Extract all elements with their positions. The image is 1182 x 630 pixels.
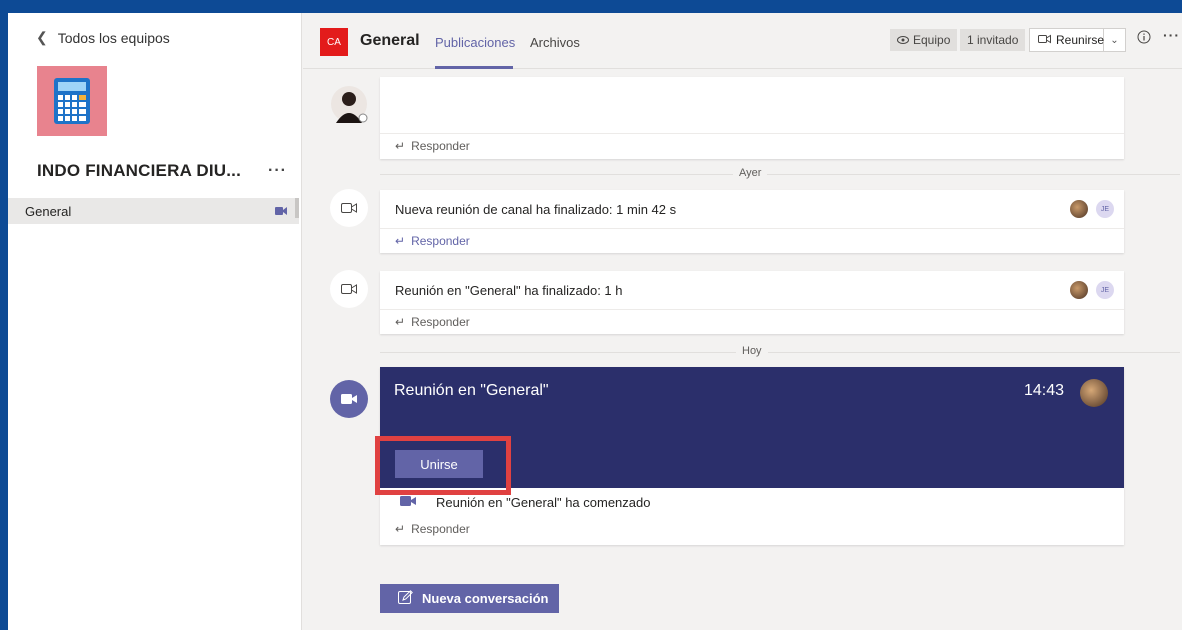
tab-archivos[interactable]: Archivos: [530, 35, 580, 50]
calculator-icon: [54, 78, 90, 124]
reply-arrow-icon: ↵: [395, 315, 406, 329]
reply-label: Responder: [411, 315, 470, 329]
meeting-title: Reunión en "General": [394, 382, 549, 399]
date-divider: [380, 352, 1180, 353]
participants: JE: [1070, 200, 1114, 218]
reply-arrow-icon: ↵: [395, 139, 406, 153]
meet-label: Reunirse: [1056, 33, 1105, 47]
scrollbar[interactable]: [295, 198, 299, 218]
team-button[interactable]: Equipo: [890, 29, 958, 51]
meeting-icon-avatar: [330, 380, 368, 418]
reply-button[interactable]: ↵ Responder: [380, 309, 1124, 334]
video-camera-icon: [341, 284, 357, 294]
reply-button[interactable]: ↵ Responder: [380, 133, 1124, 158]
chevron-down-icon[interactable]: ⌄: [1104, 35, 1125, 46]
video-camera-icon: [400, 495, 416, 510]
meet-now-button[interactable]: Reunirse ⌄: [1029, 28, 1126, 52]
reply-button[interactable]: ↵ Responder: [395, 522, 470, 536]
team-more-options-icon[interactable]: ···: [268, 162, 287, 180]
team-logo: [37, 66, 107, 136]
video-camera-icon: [1038, 33, 1051, 47]
channel-title: General: [360, 32, 420, 49]
reply-label: Responder: [411, 522, 470, 536]
meeting-time: 14:43: [1024, 382, 1065, 399]
message-card: Reunión en "General" ha finalizado: 1 h …: [380, 271, 1124, 334]
message-text: Nueva reunión de canal ha finalizado: 1 …: [395, 201, 677, 217]
meeting-icon-avatar: [330, 270, 368, 308]
avatar[interactable]: [1070, 200, 1088, 218]
guests-button[interactable]: 1 invitado: [960, 29, 1026, 51]
meeting-icon-avatar: [330, 189, 368, 227]
reply-label: Responder: [411, 234, 470, 248]
info-icon[interactable]: [1137, 30, 1151, 47]
avatar[interactable]: [1080, 379, 1108, 407]
meeting-started-text: Reunión en "General" ha comenzado: [436, 495, 651, 510]
chevron-left-icon: ❮: [36, 29, 48, 45]
avatar-initials[interactable]: JE: [1096, 200, 1114, 218]
avatar-initials[interactable]: JE: [1096, 281, 1114, 299]
team-header: INDO FINANCIERA DIU... ···: [37, 161, 287, 181]
message-text: Reunión en "General" ha finalizado: 1 h: [395, 282, 623, 298]
new-conversation-button[interactable]: Nueva conversación: [380, 584, 559, 613]
team-label: Equipo: [913, 33, 951, 47]
sidebar: ❮ Todos los equipos INDO FINANCIERA DIU.…: [8, 13, 302, 630]
more-options-icon[interactable]: ···: [1163, 27, 1180, 43]
teams-window: ❮ Todos los equipos INDO FINANCIERA DIU.…: [8, 13, 1182, 630]
highlight-annotation: [375, 436, 511, 495]
guests-label: 1 invitado: [967, 33, 1019, 47]
tab-publicaciones[interactable]: Publicaciones: [435, 35, 515, 50]
message-text: [380, 77, 1124, 133]
team-name: INDO FINANCIERA DIU...: [37, 161, 241, 180]
video-camera-icon: [341, 203, 357, 213]
date-divider-label: Ayer: [733, 167, 768, 179]
reply-label: Responder: [411, 139, 470, 153]
reply-arrow-icon: ↵: [395, 234, 406, 248]
channel-header: CA General Publicaciones Archivos Equipo…: [303, 13, 1182, 69]
compose-icon: [398, 589, 413, 608]
active-tab-indicator: [435, 66, 513, 69]
video-camera-icon: [341, 394, 357, 404]
channel-avatar: CA: [320, 28, 348, 56]
reply-arrow-icon: ↵: [395, 522, 406, 536]
message-body: Nueva reunión de canal ha finalizado: 1 …: [380, 190, 1124, 228]
participants: JE: [1070, 281, 1114, 299]
new-conversation-label: Nueva conversación: [422, 591, 549, 606]
sidebar-item-general[interactable]: General: [8, 198, 299, 224]
back-label: Todos los equipos: [57, 29, 170, 46]
meet-main[interactable]: Reunirse: [1030, 29, 1104, 51]
message-card: Nueva reunión de canal ha finalizado: 1 …: [380, 190, 1124, 253]
channel-label: General: [25, 203, 72, 219]
date-divider: [380, 174, 1180, 175]
message-card: ↵ Responder: [380, 77, 1124, 159]
reply-button[interactable]: ↵ Responder: [380, 228, 1124, 253]
back-to-teams-link[interactable]: ❮ Todos los equipos: [36, 29, 170, 46]
date-divider-label: Hoy: [736, 345, 768, 357]
avatar[interactable]: [1070, 281, 1088, 299]
eye-icon: [897, 33, 909, 47]
message-body: Reunión en "General" ha finalizado: 1 h …: [380, 271, 1124, 309]
video-camera-icon: [275, 204, 287, 219]
avatar[interactable]: [330, 86, 368, 124]
meeting-started-row: Reunión en "General" ha comenzado: [400, 495, 650, 510]
